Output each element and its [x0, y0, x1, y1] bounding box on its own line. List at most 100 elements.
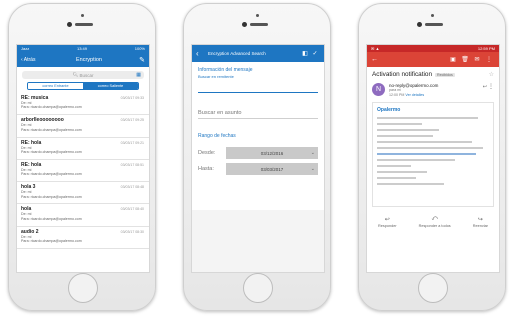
- reply-all-icon: ⤺: [431, 216, 438, 222]
- from-date-row: Desde: 03/12/2016 ⌄: [198, 147, 318, 159]
- phone-mockup-inbox: Jazz 13:49 100% ‹ Atrás Encryption ✎ 🔍︎ …: [8, 3, 156, 311]
- clock-label: 13:49: [76, 46, 87, 51]
- empty-area: [192, 210, 324, 272]
- email-row[interactable]: hola 3 De: mi Para: ricardo.champa@opale…: [17, 182, 149, 205]
- phone-mockup-advanced-search: ‹ Encryption Advanced Search ◧ ✓ Informa…: [183, 3, 331, 311]
- email-to: Para: ricardo.champa@opalermo.com: [21, 127, 82, 132]
- email-to: Para: ricardo.champa@opalermo.com: [21, 194, 82, 199]
- email-row[interactable]: arborlleoooooooo De: mi Para: ricardo.ch…: [17, 115, 149, 138]
- email-body: Opalermo: [372, 102, 494, 207]
- phone-mockup-gmail: ✉ ▲ 12:59 PM ← ▣ 🗑︎ ✉ ⋮ Activation notif…: [358, 3, 506, 311]
- sender-search-input[interactable]: [198, 92, 318, 93]
- body-text-line: [377, 183, 445, 185]
- confirm-icon[interactable]: ✓: [310, 50, 320, 57]
- email-to: Para: ricardo.champa@opalermo.com: [21, 172, 82, 177]
- front-camera: [242, 22, 247, 27]
- date-range-heading: Rango de fechas: [198, 133, 236, 139]
- body-link-line[interactable]: [377, 153, 476, 155]
- body-text-line: [377, 141, 473, 143]
- reply-label: Responder: [378, 224, 397, 228]
- reply-all-label: Responder a todos: [418, 224, 451, 228]
- archive-icon[interactable]: ▣: [447, 56, 459, 63]
- segment-incoming[interactable]: correo Entrante: [28, 83, 83, 89]
- status-bar: Jazz 13:49 100%: [17, 45, 149, 52]
- speaker-grille: [425, 23, 443, 26]
- inbox-label-badge[interactable]: Recibidos: [435, 72, 455, 77]
- email-to: Para: ricardo.champa@opalermo.com: [21, 105, 82, 110]
- email-subject-row: Activation notification Recibidos ☆: [367, 67, 499, 78]
- email-subject: Activation notification: [372, 71, 433, 78]
- forward-icon: ↪: [477, 217, 483, 223]
- chevron-down-icon: ⌄: [310, 150, 315, 156]
- details-link[interactable]: Ver detalles: [405, 93, 424, 97]
- delete-icon[interactable]: 🗑︎: [459, 56, 471, 63]
- email-row[interactable]: RE: musica De: mi Para: ricardo.champa@o…: [17, 93, 149, 116]
- from-date-label: Desde:: [198, 150, 216, 156]
- email-to: Para: ricardo.champa@opalermo.com: [21, 239, 82, 244]
- home-button[interactable]: [418, 273, 448, 303]
- email-row[interactable]: hola De: mi Para: ricardo.champa@opalerm…: [17, 204, 149, 227]
- front-camera: [67, 22, 72, 27]
- email-date: 03/03/17 08:30: [120, 229, 144, 234]
- email-date: 03/03/17 08:48: [120, 185, 144, 190]
- reply-icon: ↩: [384, 217, 390, 223]
- email-row[interactable]: audio 2 De: mi Para: ricardo.champa@opal…: [17, 227, 149, 250]
- mailbox-segmented-control: correo Entrante correo Saliente: [27, 82, 139, 90]
- grid-icon[interactable]: ▦: [136, 72, 141, 78]
- email-row[interactable]: RE: hola De: mi Para: ricardo.champa@opa…: [17, 160, 149, 183]
- sender-search-label: Buscar en remitente: [198, 74, 234, 79]
- body-text-line: [377, 147, 484, 149]
- email-to: Para: ricardo.champa@opalermo.com: [21, 150, 82, 154]
- email-to: Para: ricardo.champa@opalermo.com: [21, 216, 82, 221]
- star-icon[interactable]: ☆: [489, 71, 494, 78]
- sensor-dot: [81, 14, 84, 17]
- subject-search-input[interactable]: Buscar en asunto: [198, 110, 318, 119]
- avatar: N: [372, 83, 385, 96]
- notification-icons: ✉ ▲: [371, 46, 380, 51]
- chevron-down-icon: ⌄: [310, 166, 315, 172]
- email-actions: ↩ Responder ⤺ Responder a todos ↪ Reenvi…: [367, 216, 499, 228]
- reply-icon[interactable]: ↩: [483, 84, 487, 90]
- body-text-line: [377, 159, 456, 161]
- home-button[interactable]: [68, 273, 98, 303]
- segment-outgoing[interactable]: correo Saliente: [83, 83, 138, 89]
- forward-button[interactable]: ↪ Reenviar: [473, 216, 488, 228]
- nav-bar: ‹ Encryption Advanced Search ◧ ✓: [192, 45, 324, 62]
- forward-label: Reenviar: [472, 224, 488, 228]
- email-time: 12:00 PM Ver detalles: [389, 93, 438, 98]
- inbox-screen: Jazz 13:49 100% ‹ Atrás Encryption ✎ 🔍︎ …: [16, 44, 150, 273]
- email-time-value: 12:00 PM: [389, 92, 405, 97]
- body-text-line: [377, 117, 478, 119]
- email-row[interactable]: RE: hola De: mi Para: ricardo.champa@opa…: [17, 138, 149, 160]
- reply-all-button[interactable]: ⤺ Responder a todos: [419, 216, 451, 228]
- to-date-row: Hasta: 03/03/2017 ⌄: [198, 163, 318, 175]
- advanced-search-screen: ‹ Encryption Advanced Search ◧ ✓ Informa…: [191, 44, 325, 273]
- from-date-value: 03/12/2016: [260, 150, 284, 156]
- speaker-grille: [250, 23, 268, 26]
- home-button[interactable]: [243, 273, 273, 303]
- back-button[interactable]: ‹: [196, 49, 208, 58]
- message-info-heading: Información del mensaje: [198, 67, 253, 73]
- back-button[interactable]: ‹ Atrás: [21, 57, 43, 63]
- brand-logo: Opalermo: [377, 107, 401, 113]
- edit-icon[interactable]: ✎: [135, 56, 145, 64]
- body-text-line: [377, 123, 422, 125]
- mail-icon[interactable]: ✉: [471, 56, 483, 63]
- email-date: 03/03/17 08:40: [120, 207, 144, 212]
- email-list: RE: musica De: mi Para: ricardo.champa@o…: [17, 93, 149, 250]
- more-vert-icon[interactable]: ⋮: [488, 83, 494, 90]
- to-date-picker[interactable]: 03/03/2017 ⌄: [226, 163, 318, 175]
- body-text-line: [377, 135, 433, 137]
- search-input[interactable]: 🔍︎ Buscar ▦: [22, 71, 144, 79]
- more-vert-icon[interactable]: ⋮: [483, 56, 495, 63]
- clear-icon[interactable]: ◧: [300, 50, 310, 57]
- page-title: Encryption Advanced Search: [208, 51, 266, 56]
- to-date-value: 03/03/2017: [260, 166, 284, 172]
- sender-info: no-reply@opalermo.com para mí 12:00 PM V…: [389, 83, 438, 97]
- sensor-dot: [256, 14, 259, 17]
- from-date-picker[interactable]: 03/12/2016 ⌄: [226, 147, 318, 159]
- body-text-line: [377, 165, 411, 167]
- back-arrow-icon[interactable]: ←: [371, 56, 447, 63]
- clock-label: 12:59 PM: [477, 46, 495, 51]
- reply-button[interactable]: ↩ Responder: [378, 216, 397, 228]
